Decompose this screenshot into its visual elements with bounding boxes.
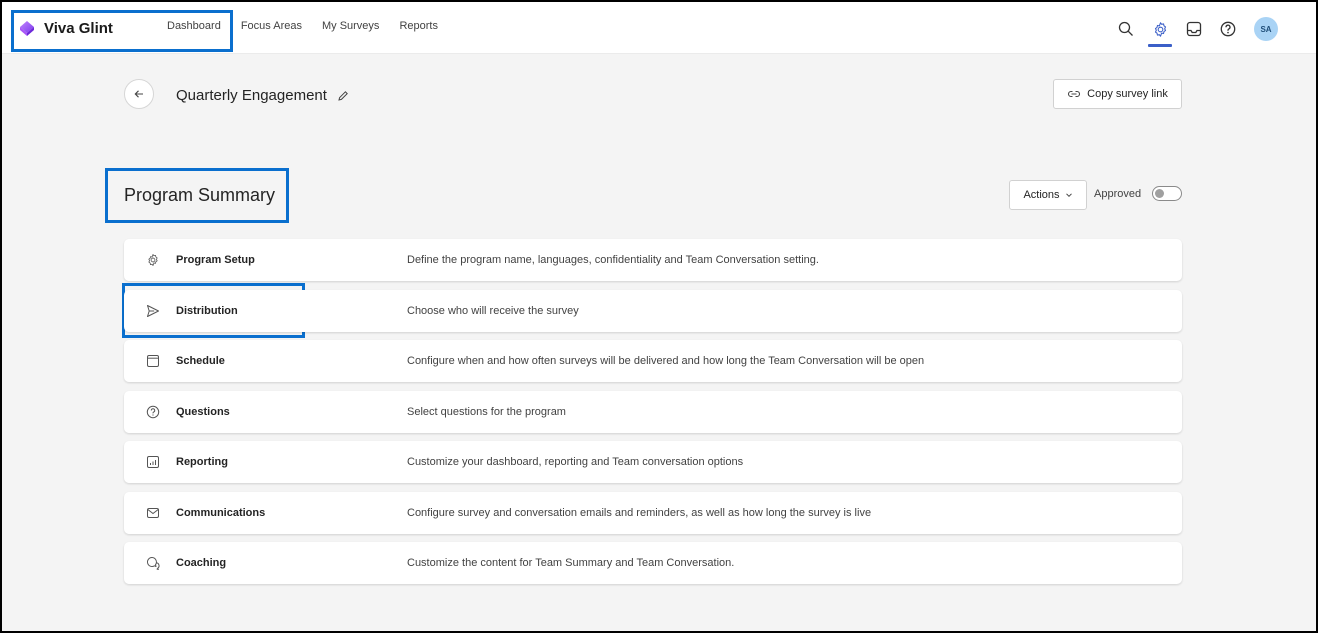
nav-reports[interactable]: Reports [399,20,438,32]
step-label: Distribution [176,304,238,317]
copy-survey-link-button[interactable]: Copy survey link [1053,79,1182,109]
step-distribution[interactable]: Distribution Choose who will receive the… [124,289,1182,332]
approved-toggle[interactable] [1152,186,1182,201]
toggle-knob [1155,189,1164,198]
chat-icon [147,556,160,570]
section-title: Program Summary [124,185,276,205]
step-description: Select questions for the program [407,405,566,418]
step-label: Questions [176,405,230,418]
main-nav: Dashboard Focus Areas My Surveys Reports [167,20,458,32]
step-description: Define the program name, languages, conf… [407,254,819,266]
program-steps-list: Program Setup Define the program name, l… [124,239,1182,593]
calendar-icon [147,355,159,367]
survey-title: Quarterly Engagement [176,87,349,104]
gear-icon[interactable] [1148,19,1172,47]
question-icon [146,405,160,418]
header-actions: SA [1102,17,1278,47]
user-avatar[interactable]: SA [1254,17,1278,41]
nav-dashboard[interactable]: Dashboard [167,20,221,32]
mail-icon [147,507,159,518]
inbox-icon[interactable] [1184,19,1204,39]
brand[interactable]: Viva Glint [18,19,113,37]
app-window: Viva Glint Dashboard Focus Areas My Surv… [2,2,1316,631]
nav-focus-areas[interactable]: Focus Areas [241,20,302,32]
nav-my-surveys[interactable]: My Surveys [322,20,379,32]
step-description: Customize your dashboard, reporting and … [407,456,744,468]
step-description: Choose who will receive the survey [407,304,579,317]
step-questions[interactable]: Questions Select questions for the progr… [124,390,1182,433]
actions-dropdown[interactable]: Actions [1009,180,1087,210]
gear-icon [148,254,158,266]
step-communications[interactable]: Communications Configure survey and conv… [124,491,1182,534]
approved-label: Approved [1094,188,1142,200]
step-schedule[interactable]: Schedule Configure when and how often su… [124,340,1182,382]
step-program-setup[interactable]: Program Setup Define the program name, l… [124,239,1182,281]
step-label: Reporting [176,456,228,468]
step-description: Configure survey and conversation emails… [407,506,872,519]
pencil-icon[interactable] [337,90,349,102]
step-coaching[interactable]: Coaching Customize the content for Team … [124,542,1182,584]
step-label: Program Setup [176,254,255,266]
chevron-down-icon [1065,193,1072,198]
top-bar: Viva Glint Dashboard Focus Areas My Surv… [2,2,1316,54]
chart-icon [147,456,159,468]
viva-glint-logo-icon [20,21,34,36]
arrow-left-icon [134,90,143,98]
step-description: Configure when and how often surveys wil… [407,355,925,367]
link-icon [1068,90,1081,98]
app-name: Viva Glint [44,19,113,37]
step-label: Communications [176,506,266,519]
actions-label: Actions [1023,189,1060,201]
step-reporting[interactable]: Reporting Customize your dashboard, repo… [124,441,1182,483]
copy-survey-link-label: Copy survey link [1087,88,1168,100]
survey-title-text: Quarterly Engagement [176,87,327,104]
step-label: Coaching [176,557,227,569]
step-label: Schedule [176,355,225,367]
search-icon[interactable] [1116,19,1136,39]
send-icon [147,304,159,317]
back-button[interactable] [124,79,154,109]
help-icon[interactable] [1218,19,1238,39]
step-description: Customize the content for Team Summary a… [407,557,735,569]
